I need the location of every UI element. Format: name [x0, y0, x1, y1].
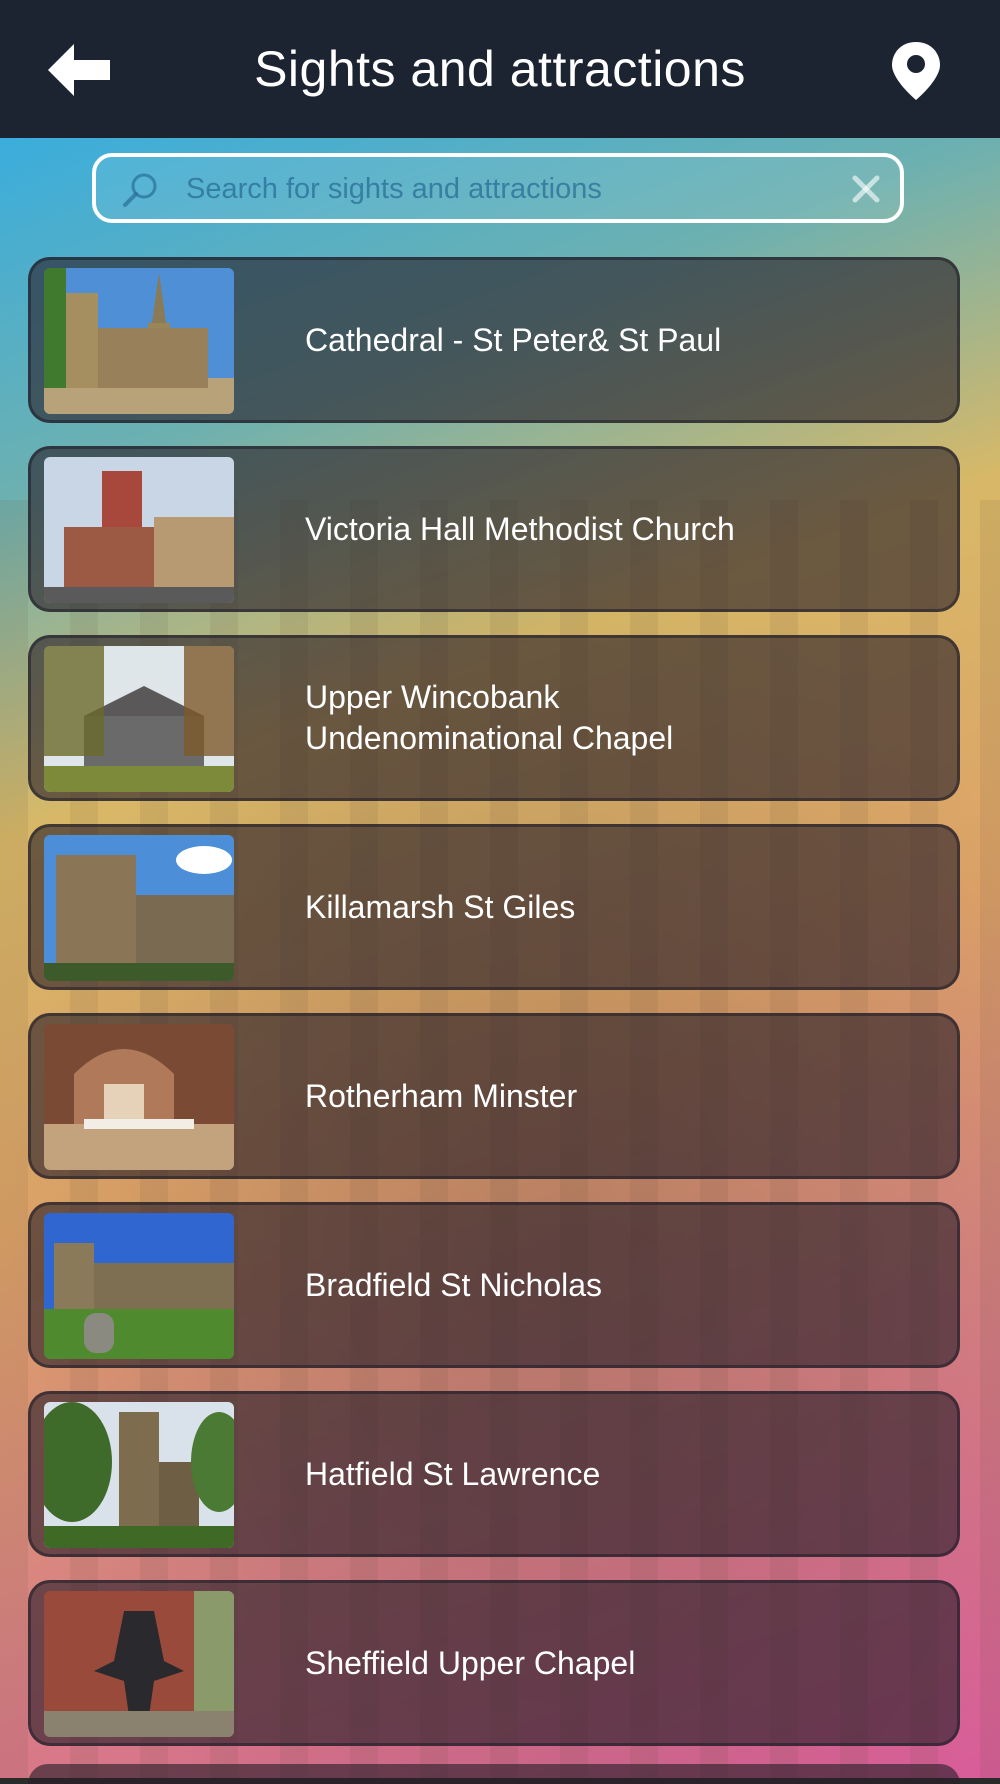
list-item[interactable]: Rotherham Minster — [28, 1013, 960, 1179]
item-name: Cathedral - St Peter& St Paul — [305, 321, 722, 358]
item-name: Sheffield Upper Chapel — [305, 1644, 636, 1681]
statue-photo — [44, 1591, 234, 1737]
back-button[interactable] — [44, 40, 116, 100]
page-title: Sights and attractions — [254, 41, 746, 97]
list-item[interactable]: Killamarsh St Giles — [28, 824, 960, 990]
search-bar — [92, 153, 904, 223]
church-interior-photo — [44, 1024, 234, 1170]
partial-list-item — [28, 1764, 960, 1784]
list-item[interactable]: Sheffield Upper Chapel — [28, 1580, 960, 1746]
church-graveyard-photo — [44, 1213, 234, 1359]
list-item[interactable]: Cathedral - St Peter& St Paul — [28, 257, 960, 423]
list-item[interactable]: Bradfield St Nicholas — [28, 1202, 960, 1368]
app-header: Sights and attractions — [0, 0, 1000, 138]
item-name: Victoria Hall Methodist Church — [305, 510, 735, 547]
cathedral-photo — [44, 268, 234, 414]
chapel-photo — [44, 646, 234, 792]
church-trees-photo — [44, 1402, 234, 1548]
search-icon — [123, 173, 157, 207]
item-name: Bradfield St Nicholas — [305, 1266, 603, 1303]
list-item[interactable]: Hatfield St Lawrence — [28, 1391, 960, 1557]
list-item[interactable]: Victoria Hall Methodist Church — [28, 446, 960, 612]
item-name: Hatfield St Lawrence — [305, 1455, 601, 1492]
map-pin-icon — [892, 42, 940, 100]
church-photo — [44, 457, 234, 603]
clear-icon[interactable] — [850, 173, 882, 205]
item-name: Upper Wincobank Undenominational Chapel — [305, 679, 674, 756]
location-button[interactable] — [888, 40, 944, 102]
list-item[interactable]: Upper Wincobank Undenominational Chapel — [28, 635, 960, 801]
item-name: Rotherham Minster — [305, 1077, 578, 1114]
arrow-left-icon — [48, 44, 110, 96]
church-tower-photo — [44, 835, 234, 981]
item-name: Killamarsh St Giles — [305, 888, 576, 925]
search-input[interactable] — [184, 165, 828, 213]
